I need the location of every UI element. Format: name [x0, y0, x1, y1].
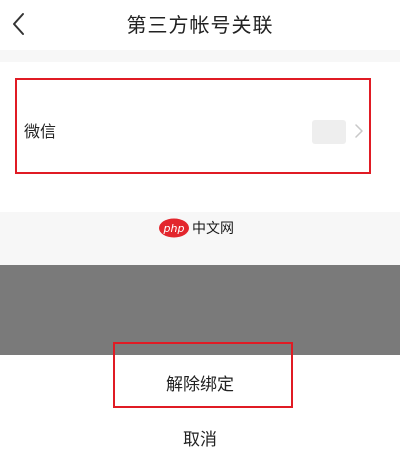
- watermark-text: 中文网: [192, 221, 234, 237]
- overlay-mask[interactable]: [0, 265, 400, 355]
- action-sheet: 解除绑定 取消: [0, 355, 400, 460]
- watermark: php 中文网: [158, 216, 244, 240]
- wechat-label: 微信: [24, 122, 57, 141]
- unbind-button[interactable]: 解除绑定: [0, 369, 400, 401]
- cancel-button[interactable]: 取消: [0, 424, 400, 456]
- nav-bar: 第三方帐号关联: [0, 0, 400, 50]
- wechat-account-row[interactable]: 微信: [0, 76, 400, 162]
- php-logo-icon: php: [158, 217, 190, 239]
- page-title: 第三方帐号关联: [126, 13, 274, 37]
- svg-text:php: php: [163, 222, 185, 235]
- chevron-right-icon: [354, 123, 364, 139]
- account-value-blurred: [312, 120, 346, 144]
- account-list: 微信: [0, 62, 400, 212]
